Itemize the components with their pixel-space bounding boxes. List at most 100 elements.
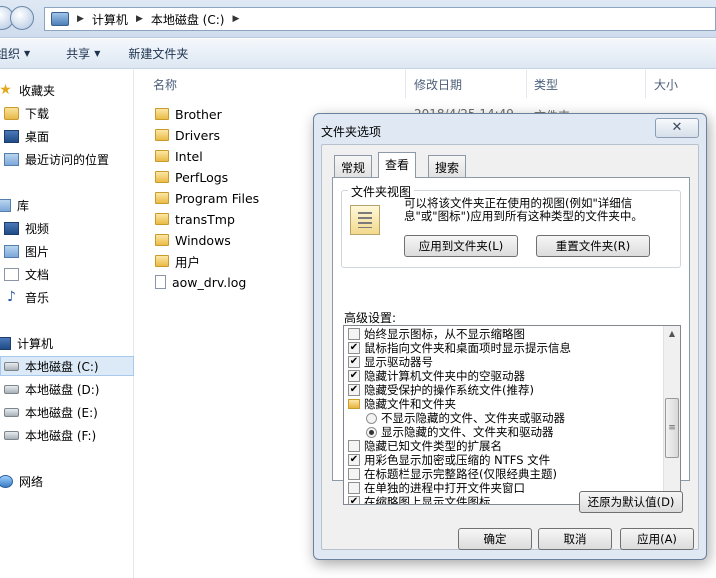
file-name: Intel [175, 148, 203, 164]
adv-setting-row[interactable]: ✔ 在缩略图上显示文件图标 [348, 495, 491, 504]
sidebar-item-pictures[interactable]: 图片 [4, 241, 138, 261]
column-header-modified[interactable]: 修改日期 [414, 76, 462, 93]
cancel-button[interactable]: 取消 [538, 528, 612, 550]
column-divider[interactable] [526, 70, 527, 98]
column-divider[interactable] [645, 70, 646, 98]
library-icon [0, 198, 11, 212]
reset-folders-button[interactable]: 重置文件夹(R) [536, 235, 650, 257]
organize-button[interactable]: 组织 ▼ [0, 45, 40, 62]
adv-setting-row[interactable]: 在标题栏显示完整路径(仅限经典主题) [348, 467, 557, 481]
sidebar-item-music[interactable]: ♪ 音乐 [4, 287, 138, 307]
checkbox[interactable] [348, 468, 360, 480]
chevron-right-icon[interactable]: ▶ [77, 14, 84, 24]
checkbox[interactable]: ✔ [348, 342, 360, 354]
sidebar-item-desktop[interactable]: 桌面 [4, 126, 138, 146]
checkbox[interactable]: ✔ [348, 370, 360, 382]
file-row[interactable]: Windows [155, 230, 231, 250]
sidebar-item-libraries[interactable]: 库 [0, 195, 130, 215]
file-row[interactable]: Program Files [155, 188, 259, 208]
sidebar-item-drive-e[interactable]: 本地磁盘 (E:) [4, 402, 138, 422]
forward-button[interactable] [10, 6, 34, 30]
sidebar-item-label: 下载 [25, 106, 50, 121]
video-library-icon [4, 221, 19, 235]
file-name: PerfLogs [175, 169, 229, 185]
sidebar-item-documents[interactable]: 文档 [4, 264, 138, 284]
adv-setting-row[interactable]: ✔ 鼠标指向文件夹和桌面项时显示提示信息 [348, 341, 571, 355]
radio-button[interactable] [366, 426, 377, 438]
checkbox[interactable]: ✔ [348, 384, 360, 396]
breadcrumb-item-drive-c[interactable]: 本地磁盘 (C:) [151, 11, 225, 28]
adv-setting-row[interactable]: ✔ 显示驱动器号 [348, 355, 433, 369]
sidebar-item-drive-d[interactable]: 本地磁盘 (D:) [4, 379, 138, 399]
file-row[interactable]: Intel [155, 146, 203, 166]
file-row[interactable]: 用户 [155, 251, 200, 271]
file-row[interactable]: transTmp [155, 209, 235, 229]
adv-setting-row[interactable]: 隐藏已知文件类型的扩展名 [348, 439, 502, 453]
file-row[interactable]: Drivers [155, 125, 220, 145]
system-drive-icon [4, 361, 19, 371]
sidebar-item-videos[interactable]: 视频 [4, 218, 138, 238]
column-header-size[interactable]: 大小 [654, 76, 678, 93]
sidebar-item-drive-f[interactable]: 本地磁盘 (F:) [4, 425, 138, 445]
apply-button[interactable]: 应用(A) [620, 528, 694, 550]
tab-search[interactable]: 搜索 [428, 155, 467, 177]
file-row[interactable]: aow_drv.log [155, 272, 246, 292]
breadcrumb-item-computer[interactable]: 计算机 [92, 11, 128, 28]
sidebar-item-recent-places[interactable]: 最近访问的位置 [4, 149, 138, 169]
folder-icon [155, 150, 169, 162]
sidebar-item-label: 本地磁盘 (F:) [25, 428, 97, 443]
checkbox[interactable] [348, 482, 360, 494]
adv-setting-row[interactable]: 在单独的进程中打开文件夹窗口 [348, 481, 525, 495]
breadcrumb[interactable]: ▶ 计算机 ▶ 本地磁盘 (C:) ▶ [44, 7, 716, 31]
navigation-pane: ★ 收藏夹 下载 桌面 最近访问的位置 库 视频 图片 文档 ♪ 音乐 计算机 本地… [0, 70, 134, 578]
apply-to-folders-button[interactable]: 应用到文件夹(L) [404, 235, 518, 257]
share-button[interactable]: 共享 ▼ [56, 45, 110, 62]
vertical-scrollbar[interactable]: ▲ ≡ ▼ [663, 326, 680, 504]
hard-drive-icon [4, 407, 19, 417]
restore-defaults-button[interactable]: 还原为默认值(D) [579, 491, 683, 513]
scroll-up-arrow-icon[interactable]: ▲ [664, 326, 680, 342]
adv-setting-row[interactable]: 显示隐藏的文件、文件夹和驱动器 [366, 425, 554, 439]
column-divider[interactable] [405, 70, 406, 98]
command-bar: 组织 ▼ 共享 ▼ 新建文件夹 [0, 39, 716, 69]
sidebar-item-label: 本地磁盘 (E:) [25, 405, 98, 420]
adv-setting-row[interactable]: ✔ 隐藏受保护的操作系统文件(推荐) [348, 383, 534, 397]
folder-icon [155, 108, 169, 120]
file-row[interactable]: PerfLogs [155, 167, 228, 187]
sidebar-item-drive-c[interactable]: 本地磁盘 (C:) [0, 356, 134, 376]
file-name: Drivers [175, 127, 220, 143]
adv-setting-row[interactable]: 不显示隐藏的文件、文件夹或驱动器 [366, 411, 565, 425]
scroll-thumb[interactable]: ≡ [665, 398, 679, 458]
adv-setting-row[interactable]: ✔ 隐藏计算机文件夹中的空驱动器 [348, 369, 525, 383]
sidebar-item-computer[interactable]: 计算机 [0, 333, 130, 353]
radio-button[interactable] [366, 412, 377, 424]
tab-general[interactable]: 常规 [334, 155, 373, 177]
column-header-name[interactable]: 名称 [153, 76, 177, 93]
adv-setting-row[interactable]: 始终显示图标，从不显示缩略图 [348, 327, 525, 341]
checkbox[interactable]: ✔ [348, 356, 360, 368]
share-label: 共享 [66, 47, 91, 61]
ok-button[interactable]: 确定 [458, 528, 532, 550]
checkbox[interactable]: ✔ [348, 454, 360, 466]
sidebar-item-downloads[interactable]: 下载 [4, 103, 138, 123]
sidebar-item-favorites[interactable]: ★ 收藏夹 [0, 80, 132, 100]
sidebar-item-label: 计算机 [17, 336, 54, 351]
desktop-icon [4, 129, 19, 143]
sidebar-item-network[interactable]: 网络 [0, 471, 132, 491]
sidebar-item-label: 视频 [25, 221, 50, 236]
sidebar-item-label: 最近访问的位置 [25, 152, 110, 167]
file-row[interactable]: Brother [155, 104, 222, 124]
chevron-right-icon[interactable]: ▶ [136, 14, 143, 24]
checkbox[interactable] [348, 328, 360, 340]
advanced-settings-list[interactable]: 始终显示图标，从不显示缩略图 ✔ 鼠标指向文件夹和桌面项时显示提示信息 ✔ 显示驱动… [343, 325, 681, 505]
close-button[interactable]: ✕ [655, 118, 699, 138]
checkbox[interactable]: ✔ [348, 496, 360, 504]
tab-view[interactable]: 查看 [378, 152, 417, 178]
adv-setting-row[interactable]: ✔ 用彩色显示加密或压缩的 NTFS 文件 [348, 453, 550, 467]
new-folder-button[interactable]: 新建文件夹 [118, 45, 198, 62]
chevron-right-icon[interactable]: ▶ [232, 14, 239, 24]
folder-icon [155, 129, 169, 141]
checkbox[interactable] [348, 440, 360, 452]
sidebar-item-label: 库 [17, 198, 30, 213]
column-header-type[interactable]: 类型 [534, 76, 558, 93]
